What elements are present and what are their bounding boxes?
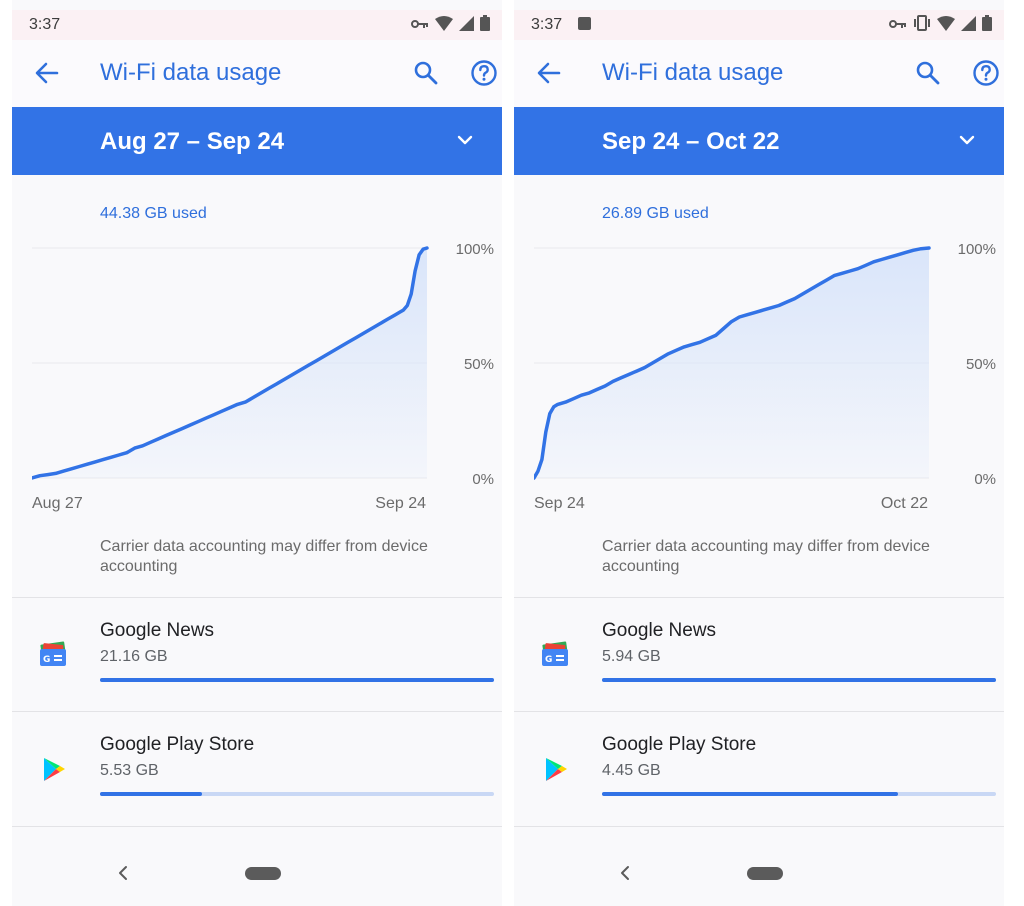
battery-icon bbox=[480, 15, 490, 36]
usage-bar bbox=[602, 792, 996, 796]
back-arrow-icon[interactable] bbox=[536, 60, 562, 86]
usage-chart: 100% 50% 0% Aug 27 Sep 24 bbox=[32, 235, 502, 525]
divider bbox=[12, 597, 502, 598]
chart-y-tick-label: 0% bbox=[472, 471, 494, 488]
usage-bar bbox=[602, 678, 996, 682]
wifi-icon bbox=[435, 15, 453, 36]
usage-bar-fill bbox=[602, 792, 898, 796]
svg-text:G: G bbox=[545, 655, 552, 665]
search-icon[interactable] bbox=[914, 59, 942, 87]
image-notification-icon bbox=[578, 17, 591, 30]
google-play-store-icon bbox=[38, 754, 68, 784]
google-news-icon: G bbox=[38, 640, 68, 670]
data-used-summary: 44.38 GB used bbox=[100, 205, 207, 222]
chart-y-tick-label: 0% bbox=[974, 471, 996, 488]
data-used-summary: 26.89 GB used bbox=[602, 205, 709, 222]
status-time: 3:37 bbox=[29, 16, 61, 33]
battery-icon bbox=[982, 15, 992, 36]
app-name: Google Play Store bbox=[100, 734, 255, 755]
phone-screen-right: 3:37 Wi-Fi data usage Sep 24 – Oct 22 26… bbox=[514, 0, 1004, 906]
page-title: Wi-Fi data usage bbox=[602, 59, 784, 86]
navigation-bar bbox=[514, 843, 1004, 906]
vpn-key-icon bbox=[889, 17, 907, 35]
usage-bar-fill bbox=[602, 678, 996, 682]
nav-home-pill[interactable] bbox=[747, 867, 783, 880]
chart-x-start-label: Aug 27 bbox=[32, 495, 83, 512]
carrier-disclaimer: Carrier data accounting may differ from … bbox=[602, 538, 930, 575]
status-icons bbox=[411, 15, 490, 36]
navigation-bar bbox=[12, 843, 502, 906]
vibrate-icon bbox=[913, 15, 931, 36]
app-row-google-news[interactable]: G Google News 21.16 GB bbox=[12, 599, 502, 712]
app-data-usage: 4.45 GB bbox=[602, 762, 661, 779]
nav-back-icon[interactable] bbox=[618, 863, 632, 883]
divider bbox=[12, 711, 502, 712]
usage-chart: 100% 50% 0% Sep 24 Oct 22 bbox=[534, 235, 1004, 525]
chart-x-end-label: Oct 22 bbox=[881, 495, 928, 512]
google-play-store-icon bbox=[540, 754, 570, 784]
back-arrow-icon[interactable] bbox=[34, 60, 60, 86]
billing-cycle-label: Aug 27 – Sep 24 bbox=[100, 128, 285, 155]
nav-home-pill[interactable] bbox=[245, 867, 281, 880]
app-name: Google News bbox=[100, 620, 215, 641]
divider bbox=[514, 711, 1004, 712]
usage-bar-fill bbox=[100, 792, 203, 796]
cell-signal-icon bbox=[459, 15, 474, 36]
google-news-icon: G bbox=[540, 640, 570, 670]
app-row-google-play-store[interactable]: Google Play Store 5.53 GB bbox=[12, 713, 502, 826]
app-data-usage: 5.94 GB bbox=[602, 648, 661, 665]
wifi-icon bbox=[937, 15, 955, 36]
usage-bar-fill bbox=[100, 678, 494, 682]
billing-cycle-dropdown[interactable]: Sep 24 – Oct 22 bbox=[514, 107, 1004, 175]
status-time: 3:37 bbox=[531, 16, 563, 33]
billing-cycle-dropdown[interactable]: Aug 27 – Sep 24 bbox=[12, 107, 502, 175]
app-row-google-news[interactable]: G Google News 5.94 GB bbox=[514, 599, 1004, 712]
help-icon[interactable] bbox=[972, 59, 1000, 87]
app-data-usage: 21.16 GB bbox=[100, 648, 168, 665]
app-name: Google Play Store bbox=[602, 734, 757, 755]
status-icons bbox=[889, 15, 992, 36]
usage-chart-svg: 100% 50% 0% Sep 24 Oct 22 bbox=[534, 241, 996, 512]
chevron-down-icon bbox=[456, 133, 474, 147]
cell-signal-icon bbox=[961, 15, 976, 36]
page-title: Wi-Fi data usage bbox=[100, 59, 282, 86]
carrier-disclaimer: Carrier data accounting may differ from … bbox=[100, 538, 428, 575]
status-bar: 3:37 bbox=[514, 10, 1004, 40]
app-row-google-play-store[interactable]: Google Play Store 4.45 GB bbox=[514, 713, 1004, 826]
chart-y-tick-label: 50% bbox=[464, 356, 494, 373]
app-name: Google News bbox=[602, 620, 717, 641]
phone-screen-left: 3:37 Wi-Fi data usage Aug 27 – Sep 24 44… bbox=[12, 0, 502, 906]
help-icon[interactable] bbox=[470, 59, 498, 87]
app-data-usage: 5.53 GB bbox=[100, 762, 159, 779]
chart-y-tick-label: 50% bbox=[966, 356, 996, 373]
usage-bar bbox=[100, 792, 494, 796]
search-icon[interactable] bbox=[412, 59, 440, 87]
billing-cycle-label: Sep 24 – Oct 22 bbox=[602, 128, 780, 155]
divider bbox=[514, 826, 1004, 827]
usage-bar bbox=[100, 678, 494, 682]
divider bbox=[12, 826, 502, 827]
svg-text:G: G bbox=[43, 655, 50, 665]
chart-x-start-label: Sep 24 bbox=[534, 495, 585, 512]
app-bar: Wi-Fi data usage bbox=[514, 40, 1004, 107]
chart-x-end-label: Sep 24 bbox=[375, 495, 426, 512]
nav-back-icon[interactable] bbox=[116, 863, 130, 883]
chevron-down-icon bbox=[958, 133, 976, 147]
status-bar: 3:37 bbox=[12, 10, 502, 40]
vpn-key-icon bbox=[411, 17, 429, 35]
chart-y-tick-label: 100% bbox=[456, 241, 494, 258]
chart-y-tick-label: 100% bbox=[958, 241, 996, 258]
usage-chart-svg: 100% 50% 0% Aug 27 Sep 24 bbox=[32, 241, 494, 512]
app-bar: Wi-Fi data usage bbox=[12, 40, 502, 107]
divider bbox=[514, 597, 1004, 598]
